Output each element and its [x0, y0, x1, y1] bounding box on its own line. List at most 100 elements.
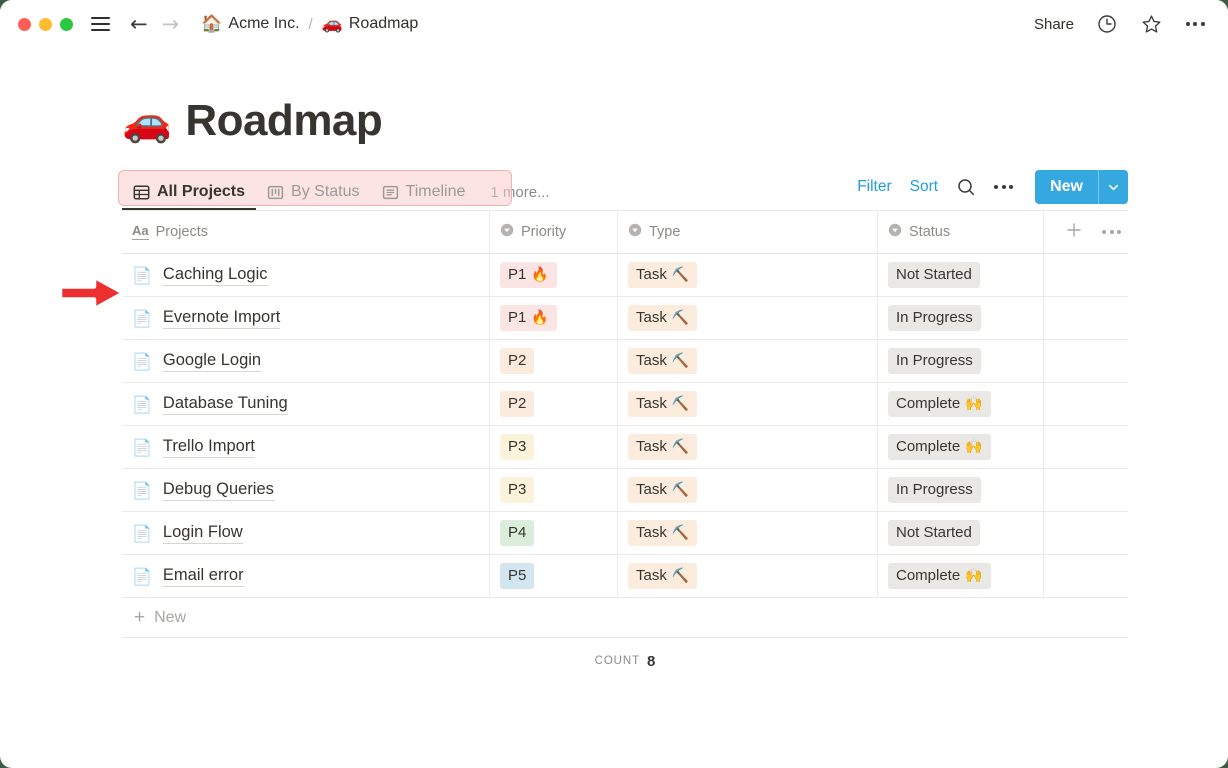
cell-spacer — [1044, 297, 1128, 339]
maximize-window-button[interactable] — [60, 18, 73, 31]
cell-type[interactable]: Task⛏️ — [618, 426, 878, 468]
type-value: Task — [636, 566, 667, 586]
cell-status[interactable]: In Progress — [878, 297, 1044, 339]
cell-status[interactable]: Not Started — [878, 254, 1044, 296]
cell-type[interactable]: Task⛏️ — [618, 297, 878, 339]
column-header-priority-label: Priority — [521, 224, 566, 240]
cell-project[interactable]: 📄Email error — [122, 555, 490, 597]
cell-type[interactable]: Task⛏️ — [618, 512, 878, 554]
table-row[interactable]: 📄Google Login P2Task⛏️ In Progress — [122, 340, 1128, 383]
cell-type[interactable]: Task⛏️ — [618, 555, 878, 597]
cell-project[interactable]: 📄Evernote Import — [122, 297, 490, 339]
cell-priority[interactable]: P5 — [490, 555, 618, 597]
breadcrumb-item-page[interactable]: Roadmap — [349, 15, 418, 33]
table-row[interactable]: 📄Trello Import P3Task⛏️Complete🙌 — [122, 426, 1128, 469]
cell-type[interactable]: Task⛏️ — [618, 340, 878, 382]
back-arrow-icon[interactable]: ← — [130, 14, 148, 35]
table-row[interactable]: 📄Email error P5Task⛏️Complete🙌 — [122, 555, 1128, 598]
cell-priority[interactable]: P2 — [490, 383, 618, 425]
cell-type[interactable]: Task⛏️ — [618, 383, 878, 425]
type-emoji-icon: ⛏️ — [672, 481, 689, 500]
add-column-icon[interactable] — [1066, 222, 1082, 242]
forward-arrow-icon[interactable]: → — [162, 14, 180, 35]
table-row[interactable]: 📄 Login Flow P4Task⛏️Not Started — [122, 512, 1128, 555]
column-header-projects[interactable]: Aa Projects — [122, 211, 490, 253]
cell-priority[interactable]: P3 — [490, 426, 618, 468]
type-value: Task — [636, 480, 667, 500]
timeline-view-icon — [382, 184, 399, 201]
column-options-icon[interactable] — [1102, 230, 1121, 234]
status-value: Complete — [896, 437, 960, 457]
page-icon: 📄 — [132, 524, 152, 543]
page-title-text: Roadmap — [185, 96, 382, 146]
cell-type[interactable]: Task⛏️ — [618, 254, 878, 296]
column-header-priority[interactable]: Priority — [490, 211, 618, 253]
status-badge: In Progress — [888, 348, 981, 373]
cell-project[interactable]: 📄Debug Queries — [122, 469, 490, 511]
minimize-window-button[interactable] — [39, 18, 52, 31]
cell-status[interactable]: Complete🙌 — [878, 555, 1044, 597]
cell-spacer — [1044, 340, 1128, 382]
type-tag: Task⛏️ — [628, 391, 697, 416]
cell-status[interactable]: In Progress — [878, 469, 1044, 511]
table-row[interactable]: 📄Caching Logic P1🔥Task⛏️Not Started — [122, 254, 1128, 297]
project-link[interactable]: 📄Trello Import — [132, 437, 255, 458]
project-link[interactable]: 📄 Login Flow — [132, 523, 243, 544]
status-emoji-icon: 🙌 — [965, 395, 982, 414]
cell-type[interactable]: Task ⛏️ — [618, 469, 878, 511]
table-row[interactable]: 📄Evernote Import P1🔥Task⛏️In Progress — [122, 297, 1128, 340]
cell-status[interactable]: Complete🙌 — [878, 426, 1044, 468]
page-title: 🚗 Roadmap — [122, 96, 1228, 146]
cell-priority[interactable]: P4 — [490, 512, 618, 554]
cell-project[interactable]: 📄Google Login — [122, 340, 490, 382]
cell-priority[interactable]: P1🔥 — [490, 297, 618, 339]
breadcrumb-item-workspace[interactable]: Acme Inc. — [228, 15, 299, 33]
cell-project[interactable]: 📄Trello Import — [122, 426, 490, 468]
new-button[interactable]: New — [1035, 170, 1098, 204]
cell-status[interactable]: Not Started — [878, 512, 1044, 554]
project-link[interactable]: 📄Google Login — [132, 351, 261, 372]
project-link[interactable]: 📄Evernote Import — [132, 308, 280, 329]
close-window-button[interactable] — [18, 18, 31, 31]
project-link[interactable]: 📄Debug Queries — [132, 480, 274, 501]
cell-priority[interactable]: P1🔥 — [490, 254, 618, 296]
project-link[interactable]: 📄Email error — [132, 566, 244, 587]
clock-icon[interactable] — [1096, 13, 1118, 35]
page-icon: 📄 — [132, 567, 152, 586]
cell-project[interactable]: 📄Caching Logic — [122, 254, 490, 296]
tab-timeline[interactable]: Timeline — [371, 183, 477, 210]
cell-project[interactable]: 📄 Login Flow — [122, 512, 490, 554]
sidebar-toggle-icon[interactable] — [91, 17, 110, 31]
project-link[interactable]: 📄Database Tuning — [132, 394, 288, 415]
star-icon[interactable] — [1140, 13, 1162, 35]
filter-button[interactable]: Filter — [857, 178, 891, 196]
navigation-arrows: ← → — [130, 14, 179, 35]
project-link[interactable]: 📄Caching Logic — [132, 265, 268, 286]
cell-priority[interactable]: P2 — [490, 340, 618, 382]
title-bar: ← → 🏠 Acme Inc. / 🚗 Roadmap Share — [0, 0, 1228, 48]
more-horizontal-icon[interactable] — [1184, 13, 1206, 35]
table-row[interactable]: 📄Database Tuning P2 Task⛏️ Complete🙌 — [122, 383, 1128, 426]
breadcrumb: 🏠 Acme Inc. / 🚗 Roadmap — [201, 14, 418, 34]
cell-project[interactable]: 📄Database Tuning — [122, 383, 490, 425]
table-row[interactable]: 📄Debug Queries P3 Task ⛏️ In Progress — [122, 469, 1128, 512]
column-header-status[interactable]: Status — [878, 211, 1044, 253]
page-emoji-icon[interactable]: 🚗 — [122, 98, 171, 145]
more-views-button[interactable]: 1 more... — [490, 184, 549, 210]
view-options-icon[interactable] — [994, 185, 1013, 189]
cell-status[interactable]: Complete🙌 — [878, 383, 1044, 425]
count-value: 8 — [647, 653, 655, 670]
search-icon[interactable] — [956, 177, 976, 197]
chevron-down-icon[interactable] — [1098, 170, 1128, 204]
cell-status[interactable]: In Progress — [878, 340, 1044, 382]
project-name: Login Flow — [163, 523, 243, 544]
share-button[interactable]: Share — [1034, 16, 1074, 33]
tab-by-status[interactable]: By Status — [256, 183, 370, 210]
column-header-type[interactable]: Type — [618, 211, 878, 253]
tab-timeline-label: Timeline — [406, 183, 466, 201]
sort-button[interactable]: Sort — [910, 178, 938, 196]
add-row-button[interactable]: + New — [122, 598, 1128, 638]
tab-all-projects[interactable]: All Projects — [122, 183, 256, 210]
cell-priority[interactable]: P3 — [490, 469, 618, 511]
annotation-arrow-icon — [58, 272, 128, 314]
